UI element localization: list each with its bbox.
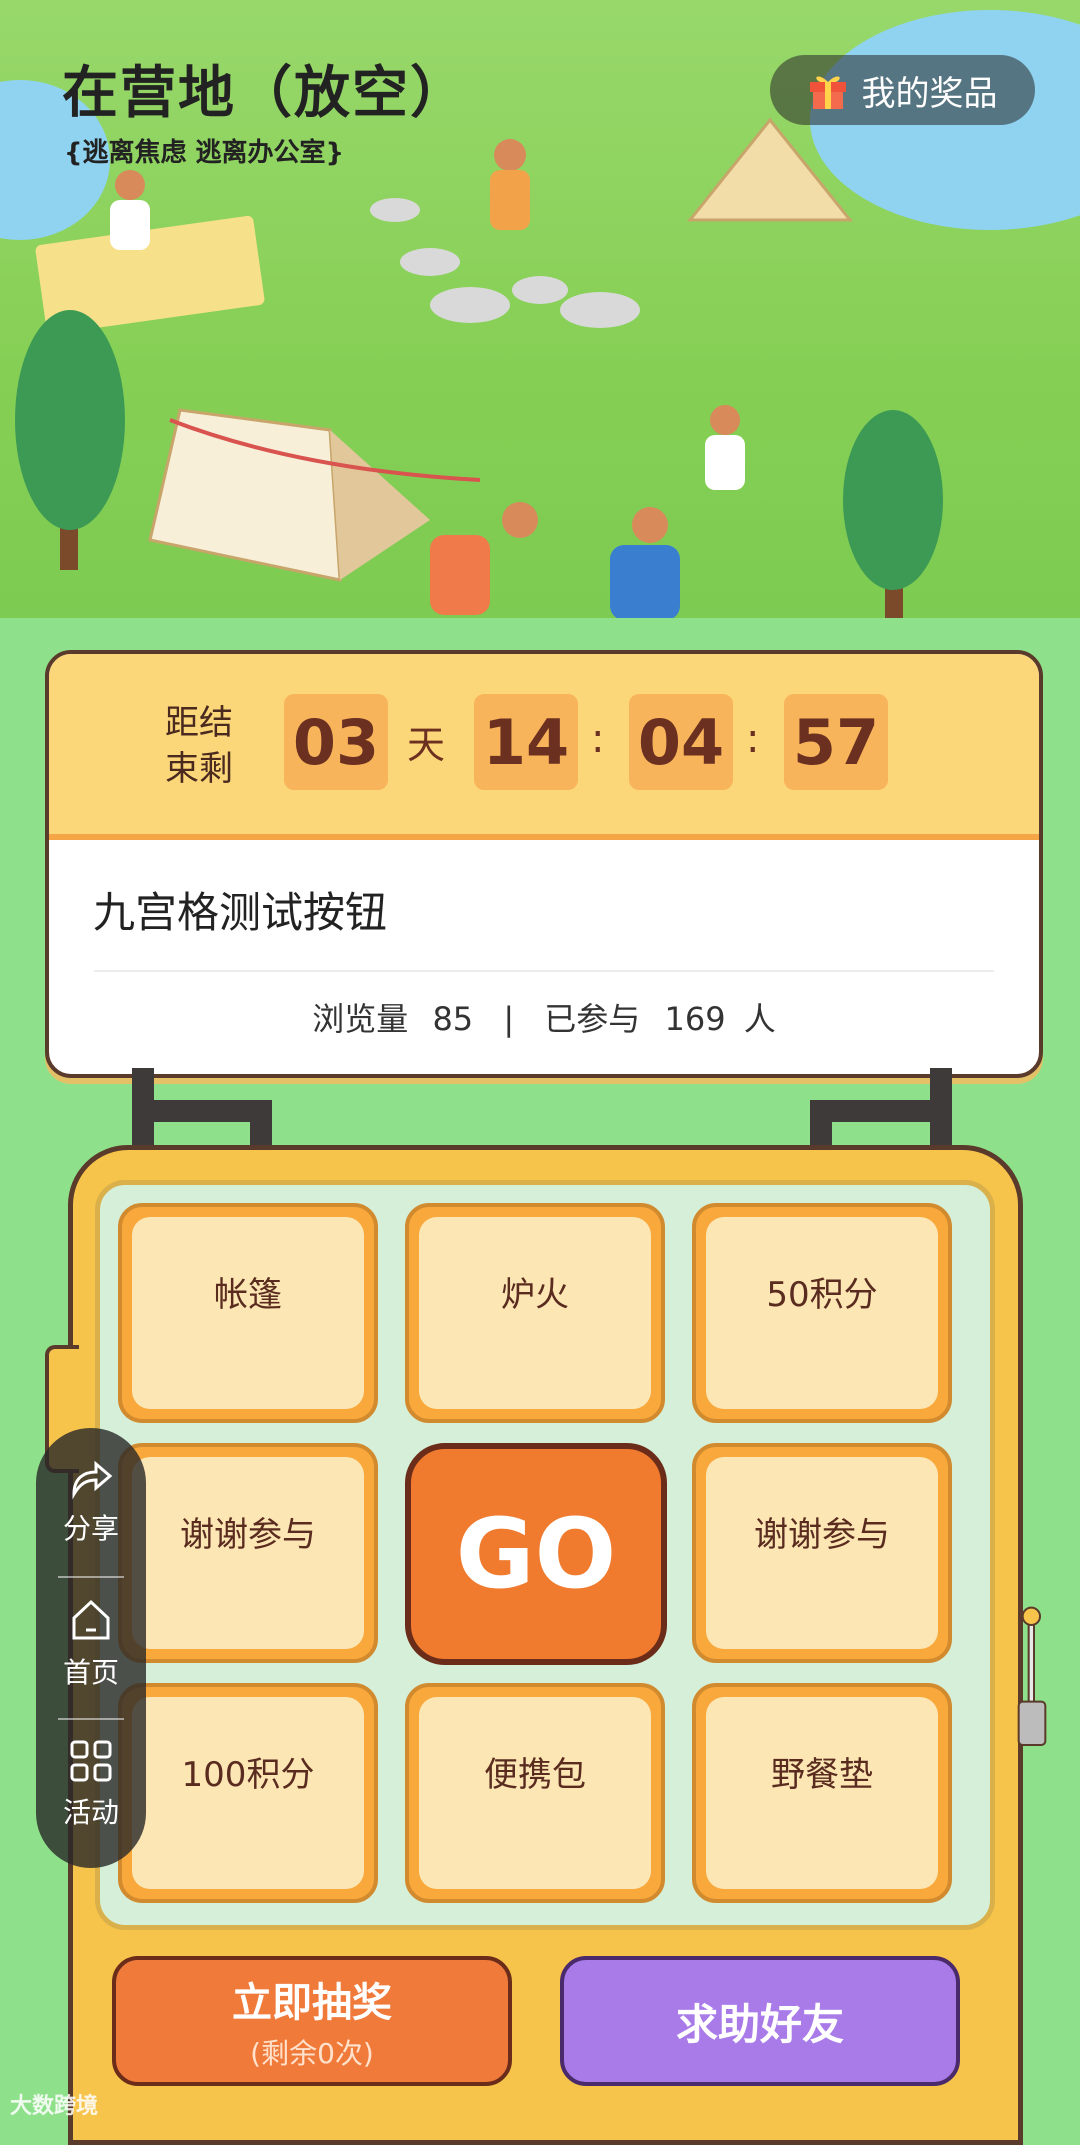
prize-cell: 便携包 [405,1683,665,1903]
activity-label: 活动 [62,1796,119,1829]
countdown-seconds: 57 [784,694,888,790]
activity-menu-item[interactable]: 活动 [36,1736,146,1831]
share-label: 分享 [62,1512,119,1545]
prize-grid: 帐篷 炉火 50积分 谢谢参与 GO 谢谢参与 100积分 便携包 野餐垫 [95,1180,995,1930]
home-icon [72,1599,110,1640]
prize-cell: 谢谢参与 [118,1443,378,1663]
home-label: 首页 [62,1656,119,1689]
home-menu-item[interactable]: 首页 [36,1596,146,1691]
prize-thanks: 谢谢参与 [706,1457,938,1649]
countdown-minutes: 04 [629,694,733,790]
joined-count: 169 [664,1000,726,1038]
share-icon [72,1460,113,1500]
machine-post-left-drop [250,1100,272,1150]
prize-cell: 50积分 [692,1203,952,1423]
draw-now-button[interactable]: 立即抽奖 (剩余0次) [112,1956,512,2086]
campaign-subtitle: {逃离焦虑 逃离办公室} [64,138,345,168]
countdown-separator: : [746,716,760,762]
views-count: 85 [432,1000,474,1038]
joined-label: 已参与 [544,1000,641,1038]
views-label: 浏览量 [312,1000,409,1038]
activity-info-card: 距结束剩 03 天 14 : 04 : 57 九宫格测试按钮 浏览量 85 | … [45,650,1043,1078]
campaign-title: 在营地（放空） [62,61,468,126]
machine-lever [1017,1606,1047,1747]
divider [94,970,994,972]
grid-icon [70,1740,112,1782]
draw-now-label: 立即抽奖 [232,1980,392,2026]
watermark: 大数跨境 [10,2094,99,2119]
ask-friends-button[interactable]: 求助好友 [560,1956,960,2086]
prize-cell: 100积分 [118,1683,378,1903]
joined-unit: 人 [743,1000,776,1038]
gift-icon [808,72,848,109]
countdown-separator: : [591,716,605,762]
machine-post-right-drop [810,1100,832,1150]
countdown-hours: 14 [474,694,578,790]
hero-banner: 在营地（放空） {逃离焦虑 逃离办公室} 我的奖品 [0,0,1080,618]
share-menu-item[interactable]: 分享 [36,1456,146,1547]
draw-remaining: (剩余0次) [250,2037,374,2070]
prize-cell: 野餐垫 [692,1683,952,1903]
countdown-bar: 距结束剩 03 天 14 : 04 : 57 [49,654,1039,840]
prize-stove: 炉火 [419,1217,651,1409]
my-prizes-button[interactable]: 我的奖品 [770,55,1035,125]
prize-100-points: 100积分 [132,1697,364,1889]
prize-tent: 帐篷 [132,1217,364,1409]
my-prizes-label: 我的奖品 [861,73,998,114]
prize-thanks: 谢谢参与 [132,1457,364,1649]
countdown-day-unit: 天 [407,723,446,767]
stats-divider: | [503,1000,515,1038]
prize-picnic-mat: 野餐垫 [706,1697,938,1889]
ask-friends-label: 求助好友 [675,1999,844,2049]
menu-divider [58,1718,124,1720]
activity-stats: 浏览量 85 | 已参与 169 人 [49,994,1039,1040]
floating-menu: 分享 首页 活动 [36,1428,146,1868]
prize-cell: 帐篷 [118,1203,378,1423]
activity-title: 九宫格测试按钮 [93,888,388,937]
prize-cell: 谢谢参与 [692,1443,952,1663]
prize-50-points: 50积分 [706,1217,938,1409]
menu-divider [58,1576,124,1578]
prize-portable-bag: 便携包 [419,1697,651,1889]
prize-cell: 炉火 [405,1203,665,1423]
go-button[interactable]: GO [405,1443,667,1665]
countdown-days: 03 [284,694,388,790]
countdown-label: 距结束剩 [165,703,233,789]
